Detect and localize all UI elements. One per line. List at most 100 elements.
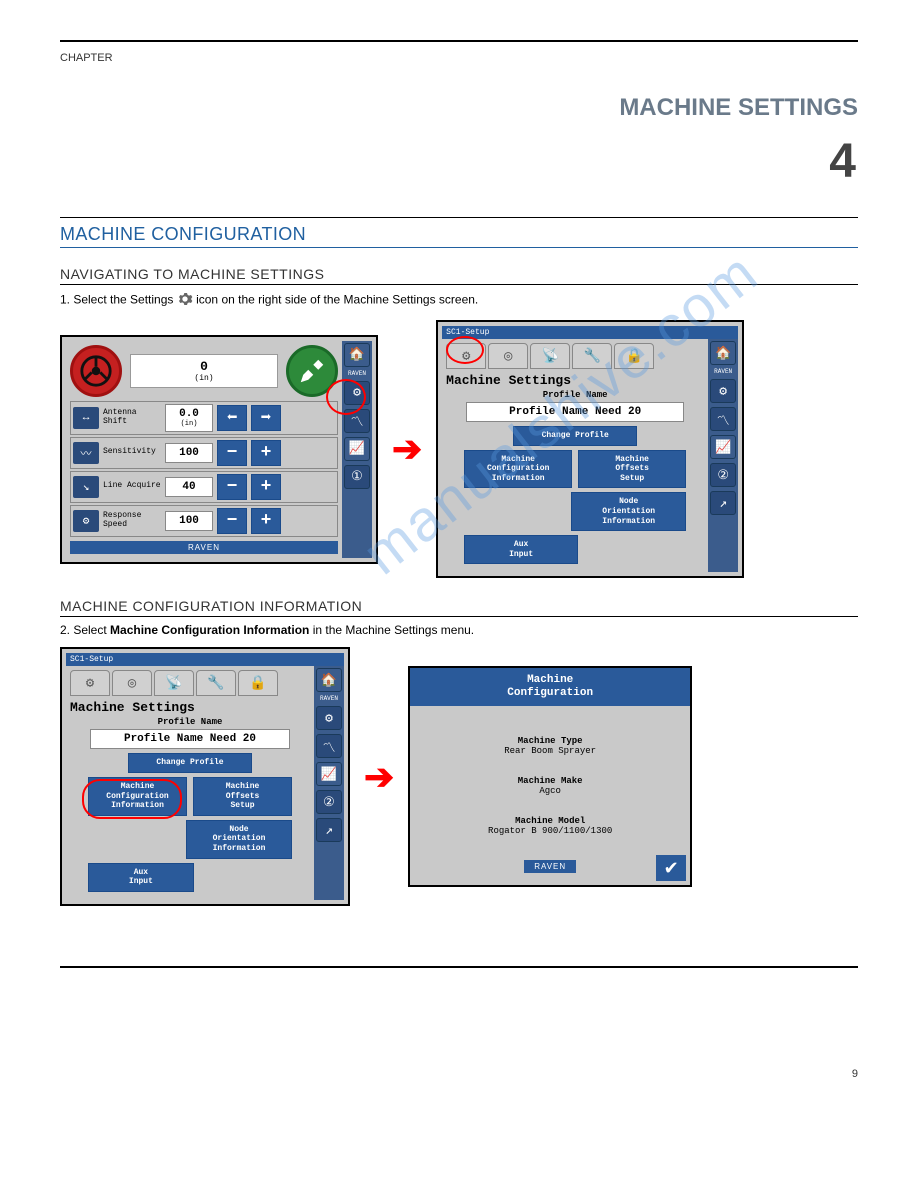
chapter-title: MACHINE SETTINGS xyxy=(60,94,858,122)
profile-name-label: Profile Name xyxy=(70,717,310,727)
divider-top xyxy=(60,40,858,42)
sub-heading-1: NAVIGATING TO MACHINE SETTINGS xyxy=(60,266,858,282)
divider xyxy=(60,616,858,617)
param-antenna-shift: ↔ Antenna Shift 0.0 (in) ⬅ ➡ xyxy=(70,401,338,435)
machine-offsets-setup-button[interactable]: Machine Offsets Setup xyxy=(578,450,686,489)
line-acquire-value[interactable]: 40 xyxy=(165,477,213,497)
response-speed-value[interactable]: 100 xyxy=(165,511,213,531)
tab-lock[interactable]: 🔒 xyxy=(614,343,654,369)
param-response-speed: ⚙ Response Speed 100 − + xyxy=(70,505,338,537)
screenshot-home: 0 (in) ↔ Antenna Shift 0.0 (in) ⬅ xyxy=(60,335,378,564)
tab-antenna[interactable]: 📡 xyxy=(530,343,570,369)
tab-steering[interactable]: ◎ xyxy=(488,343,528,369)
trend-icon[interactable]: 📈 xyxy=(710,435,736,459)
steps-icon[interactable]: ② xyxy=(316,790,342,814)
home-icon[interactable]: 🏠 xyxy=(316,668,342,692)
title-bar: SC1-Setup xyxy=(442,326,738,339)
mc-heading: Machine Configuration xyxy=(410,668,690,706)
gear-icon[interactable]: ⚙ xyxy=(344,381,370,405)
minus-button[interactable]: − xyxy=(217,508,247,534)
arrow-right-button[interactable]: ➡ xyxy=(251,405,281,431)
gear-icon xyxy=(177,291,193,310)
trend-icon[interactable]: 📈 xyxy=(316,762,342,786)
page-number: 9 xyxy=(60,1068,858,1080)
mc-model-value: Rogator B 900/1100/1300 xyxy=(420,826,680,836)
tab-bar: ⚙ ◎ 📡 🔧 🔒 xyxy=(446,343,704,369)
home-icon[interactable]: 🏠 xyxy=(710,341,736,365)
aux-input-button[interactable]: Aux Input xyxy=(88,863,194,892)
divider xyxy=(60,217,858,218)
profile-name-label: Profile Name xyxy=(446,390,704,400)
tab-lock[interactable]: 🔒 xyxy=(238,670,278,696)
heading-value-box: 0 (in) xyxy=(130,354,278,388)
tab-wheel[interactable]: 🔧 xyxy=(196,670,236,696)
steps-icon[interactable]: ① xyxy=(344,465,370,489)
home-icon[interactable]: 🏠 xyxy=(344,343,370,367)
link-icon[interactable]: ↗ xyxy=(316,818,342,842)
brand-label: RAVEN xyxy=(70,541,338,554)
sub-heading-2: MACHINE CONFIGURATION INFORMATION xyxy=(60,598,858,614)
steps-icon[interactable]: ② xyxy=(710,463,736,487)
divider xyxy=(60,284,858,285)
minus-button[interactable]: − xyxy=(217,474,247,500)
tab-steering[interactable]: ◎ xyxy=(112,670,152,696)
chapter-number: 4 xyxy=(60,134,858,189)
sidebar: 🏠 RAVEN ⚙ 〽 📈 ① xyxy=(342,341,372,558)
profile-name-value[interactable]: Profile Name Need 20 xyxy=(466,402,684,422)
tab-antenna[interactable]: 📡 xyxy=(154,670,194,696)
arrow-right-icon: ➔ xyxy=(392,431,422,467)
section-heading: MACHINE CONFIGURATION xyxy=(60,224,858,248)
mc-make-label: Machine Make xyxy=(420,776,680,786)
change-profile-button[interactable]: Change Profile xyxy=(128,753,252,773)
line-acquire-icon: ↘ xyxy=(73,476,99,498)
node-orientation-info-button[interactable]: Node Orientation Information xyxy=(571,492,686,531)
pulse-icon[interactable]: 〽 xyxy=(316,734,342,758)
plus-button[interactable]: + xyxy=(251,474,281,500)
mc-type-label: Machine Type xyxy=(420,736,680,746)
title-bar: SC1-Setup xyxy=(66,653,344,666)
gear-icon[interactable]: ⚙ xyxy=(710,379,736,403)
sensitivity-icon: 〰 xyxy=(73,442,99,464)
param-line-acquire: ↘ Line Acquire 40 − + xyxy=(70,471,338,503)
sidebar: 🏠 RAVEN ⚙ 〽 📈 ② ↗ xyxy=(314,666,344,899)
param-sensitivity: 〰 Sensitivity 100 − + xyxy=(70,437,338,469)
mc-type-value: Rear Boom Sprayer xyxy=(420,746,680,756)
arrow-left-button[interactable]: ⬅ xyxy=(217,405,247,431)
pulse-icon[interactable]: 〽 xyxy=(710,407,736,431)
screenshot-machine-settings: SC1-Setup ⚙ ◎ 📡 🔧 🔒 Machine Settings Pro… xyxy=(436,320,744,578)
mc-make-value: Agco xyxy=(420,786,680,796)
steering-wheel-icon[interactable] xyxy=(70,345,122,397)
trend-icon[interactable]: 📈 xyxy=(344,437,370,461)
machine-config-info-button[interactable]: Machine Configuration Information xyxy=(88,777,187,816)
confirm-check-button[interactable]: ✔ xyxy=(656,855,686,881)
change-profile-button[interactable]: Change Profile xyxy=(513,426,637,446)
divider-bottom xyxy=(60,966,858,968)
gear-icon[interactable]: ⚙ xyxy=(316,706,342,730)
node-orientation-info-button[interactable]: Node Orientation Information xyxy=(186,820,292,859)
plus-button[interactable]: + xyxy=(251,508,281,534)
sensitivity-value[interactable]: 100 xyxy=(165,443,213,463)
plus-button[interactable]: + xyxy=(251,440,281,466)
minus-button[interactable]: − xyxy=(217,440,247,466)
machine-offsets-setup-button[interactable]: Machine Offsets Setup xyxy=(193,777,292,816)
pulse-icon[interactable]: 〽 xyxy=(344,409,370,433)
link-icon[interactable]: ↗ xyxy=(710,491,736,515)
profile-name-value[interactable]: Profile Name Need 20 xyxy=(90,729,290,749)
tab-machine[interactable]: ⚙ xyxy=(446,343,486,369)
aux-input-button[interactable]: Aux Input xyxy=(464,535,578,564)
tab-wheel[interactable]: 🔧 xyxy=(572,343,612,369)
arrow-right-icon: ➔ xyxy=(364,759,394,795)
settings-heading: Machine Settings xyxy=(446,371,704,390)
step-1: 1. Select the Settings icon on the right… xyxy=(60,291,858,310)
machine-configuration-panel: Machine Configuration Machine Type Rear … xyxy=(408,666,692,887)
machine-config-info-button[interactable]: Machine Configuration Information xyxy=(464,450,572,489)
sidebar: 🏠 RAVEN ⚙ 〽 📈 ② ↗ xyxy=(708,339,738,572)
antenna-shift-value[interactable]: 0.0 (in) xyxy=(165,404,213,432)
brand-label: RAVEN xyxy=(524,860,576,873)
satellite-icon[interactable] xyxy=(286,345,338,397)
tab-machine[interactable]: ⚙ xyxy=(70,670,110,696)
settings-heading: Machine Settings xyxy=(70,698,310,717)
mc-model-label: Machine Model xyxy=(420,816,680,826)
chapter-label: CHAPTER xyxy=(60,52,858,64)
response-speed-icon: ⚙ xyxy=(73,510,99,532)
